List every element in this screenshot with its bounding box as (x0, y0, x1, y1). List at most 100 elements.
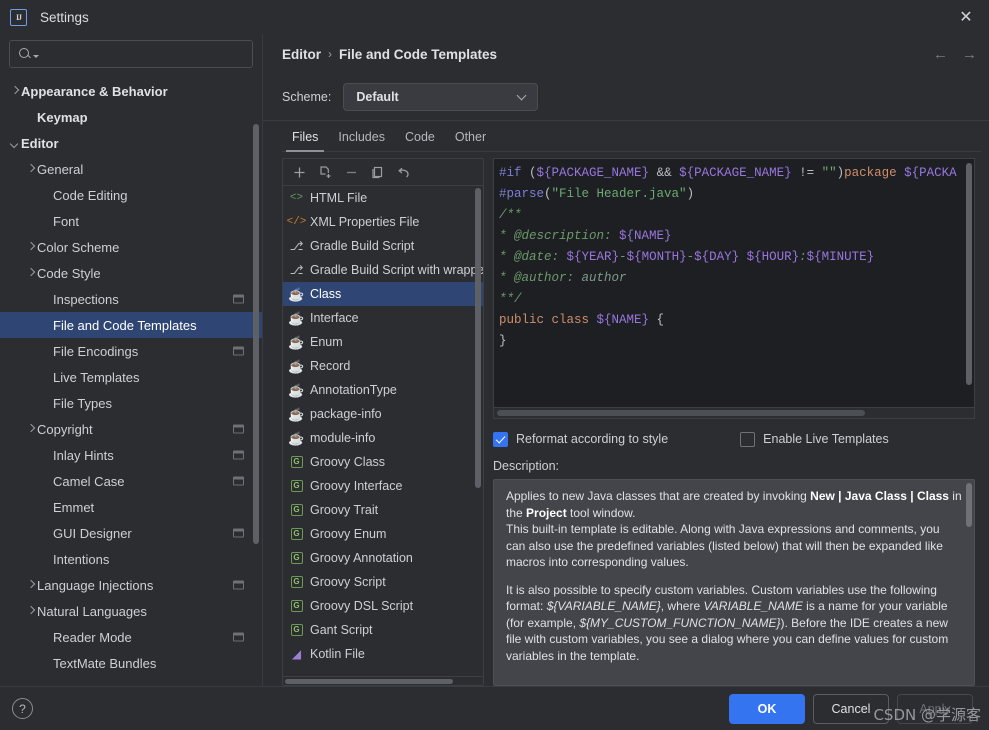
tab-includes[interactable]: Includes (328, 130, 395, 152)
description-scrollbar-thumb[interactable] (966, 483, 972, 527)
duplicate-template-button[interactable] (365, 161, 389, 184)
search-icon (18, 47, 32, 61)
template-list-hscrollbar[interactable] (283, 676, 483, 685)
tab-bar: Files Includes Code Other (263, 120, 989, 152)
template-list-item[interactable]: ⎇ Gradle Build Script (283, 234, 483, 258)
apply-button: Apply (897, 693, 973, 724)
template-list-item[interactable]: G Groovy Script (283, 570, 483, 594)
reset-template-button[interactable] (391, 161, 415, 184)
remove-template-button[interactable] (339, 161, 363, 184)
close-icon[interactable]: ✕ (943, 0, 989, 34)
search-box[interactable] (9, 40, 253, 68)
sidebar-item-emmet[interactable]: Emmet (0, 494, 262, 520)
chevron-down-icon[interactable] (10, 138, 21, 149)
chevron-right-icon[interactable] (26, 268, 37, 279)
sidebar-item-color-scheme[interactable]: Color Scheme (0, 234, 262, 260)
sidebar-item-copyright[interactable]: Copyright (0, 416, 262, 442)
help-icon[interactable]: ? (12, 698, 33, 719)
cancel-button[interactable]: Cancel (813, 693, 889, 724)
sidebar-item-textmate-bundles[interactable]: TextMate Bundles (0, 650, 262, 676)
reformat-checkbox[interactable] (493, 431, 508, 447)
code-token: package (844, 166, 905, 180)
template-list-item[interactable]: ◢ Kotlin File (283, 642, 483, 666)
template-list-item[interactable]: ☕ AnnotationType (283, 378, 483, 402)
sidebar-scrollbar-thumb[interactable] (253, 124, 259, 544)
sidebar-item-file-and-code-templates[interactable]: File and Code Templates (0, 312, 262, 338)
reformat-checkbox-item[interactable]: Reformat according to style (493, 431, 668, 447)
template-list-item[interactable]: G Groovy Enum (283, 522, 483, 546)
template-list-item[interactable]: G Groovy DSL Script (283, 594, 483, 618)
template-list-item[interactable]: ☕ module-info (283, 426, 483, 450)
template-list-item[interactable]: ⎇ Gradle Build Script with wrapper (283, 258, 483, 282)
code-token: ${MINUTE} (806, 250, 875, 264)
sidebar-item-appearance-behavior[interactable]: Appearance & Behavior (0, 78, 262, 104)
settings-tree[interactable]: Appearance & Behavior Keymap Editor General… (0, 76, 262, 686)
template-list-item[interactable]: ☕ Record (283, 354, 483, 378)
live-templates-checkbox[interactable] (740, 431, 756, 447)
sidebar-item-reader-mode[interactable]: Reader Mode (0, 624, 262, 650)
sidebar-item-camel-case[interactable]: Camel Case (0, 468, 262, 494)
template-list-item[interactable]: G Gant Script (283, 618, 483, 642)
editor-hscrollbar[interactable] (493, 408, 975, 419)
chevron-right-icon[interactable] (26, 164, 37, 175)
sidebar-item-inlay-hints[interactable]: Inlay Hints (0, 442, 262, 468)
tab-code[interactable]: Code (395, 130, 445, 152)
ok-button[interactable]: OK (729, 693, 805, 724)
scheme-dropdown[interactable]: Default (343, 83, 539, 111)
description-label: Description: (493, 459, 559, 473)
live-templates-checkbox-item[interactable]: Enable Live Templates (740, 431, 889, 447)
tab-files[interactable]: Files (282, 130, 328, 152)
sidebar-item-keymap[interactable]: Keymap (0, 104, 262, 130)
desc-p3-f: ${MY_CUSTOM_FUNCTION_NAME} (579, 615, 781, 630)
desc-p3-c: , where (660, 599, 704, 613)
template-list-item[interactable]: </> XML Properties File (283, 210, 483, 234)
desc-p1-d: Project (526, 505, 567, 520)
template-list[interactable]: <> HTML File </> XML Properties File ⎇ Gradle… (283, 186, 483, 676)
chevron-right-icon[interactable] (26, 242, 37, 253)
forward-arrow-icon[interactable]: → (962, 47, 977, 62)
chevron-right-icon[interactable] (26, 424, 37, 435)
sidebar-item-editor[interactable]: Editor (0, 130, 262, 156)
chevron-right-icon[interactable] (10, 86, 21, 97)
template-list-item[interactable]: <> HTML File (283, 186, 483, 210)
html-icon: <> (289, 191, 304, 204)
template-list-item[interactable]: ☕ Enum (283, 330, 483, 354)
sidebar-item-code-editing[interactable]: Code Editing (0, 182, 262, 208)
chevron-right-icon[interactable] (26, 606, 37, 617)
sidebar-item-inspections[interactable]: Inspections (0, 286, 262, 312)
code-token: ${YEAR} (566, 250, 620, 264)
chevron-right-icon[interactable] (26, 580, 37, 591)
sidebar-item-font[interactable]: Font (0, 208, 262, 234)
sidebar-item-general[interactable]: General (0, 156, 262, 182)
sidebar-item-natural-languages[interactable]: Natural Languages (0, 598, 262, 624)
add-template-button[interactable] (287, 161, 311, 184)
sidebar-item-language-injections[interactable]: Language Injections (0, 572, 262, 598)
tab-other[interactable]: Other (445, 130, 496, 152)
sidebar-item-gui-designer[interactable]: GUI Designer (0, 520, 262, 546)
sidebar-item-label: File and Code Templates (53, 317, 197, 333)
template-list-item[interactable]: ☕ package-info (283, 402, 483, 426)
template-list-item[interactable]: G Groovy Class (283, 450, 483, 474)
code-token: ${NAME} (619, 229, 672, 243)
template-list-item-label: Groovy Enum (310, 527, 387, 541)
editor-hscrollbar-thumb[interactable] (497, 410, 865, 416)
template-list-item[interactable]: G Groovy Interface (283, 474, 483, 498)
sidebar-item-file-encodings[interactable]: File Encodings (0, 338, 262, 364)
editor-scrollbar-thumb[interactable] (966, 163, 972, 385)
template-list-item-label: module-info (310, 431, 376, 445)
template-list-hscrollbar-thumb[interactable] (285, 679, 453, 684)
template-list-item[interactable]: ☕ Class (283, 282, 483, 306)
breadcrumb-root[interactable]: Editor (282, 47, 321, 62)
search-input[interactable] (43, 47, 244, 61)
sidebar-item-live-templates[interactable]: Live Templates (0, 364, 262, 390)
back-arrow-icon[interactable]: ← (933, 47, 948, 62)
template-list-item[interactable]: ☕ Interface (283, 306, 483, 330)
template-list-scrollbar-thumb[interactable] (475, 188, 481, 488)
copy-template-button[interactable] (313, 161, 337, 184)
template-list-item[interactable]: G Groovy Annotation (283, 546, 483, 570)
template-code-editor[interactable]: #if (${PACKAGE_NAME} && ${PACKAGE_NAME} … (493, 158, 975, 408)
sidebar-item-file-types[interactable]: File Types (0, 390, 262, 416)
sidebar-item-code-style[interactable]: Code Style (0, 260, 262, 286)
sidebar-item-intentions[interactable]: Intentions (0, 546, 262, 572)
template-list-item[interactable]: G Groovy Trait (283, 498, 483, 522)
